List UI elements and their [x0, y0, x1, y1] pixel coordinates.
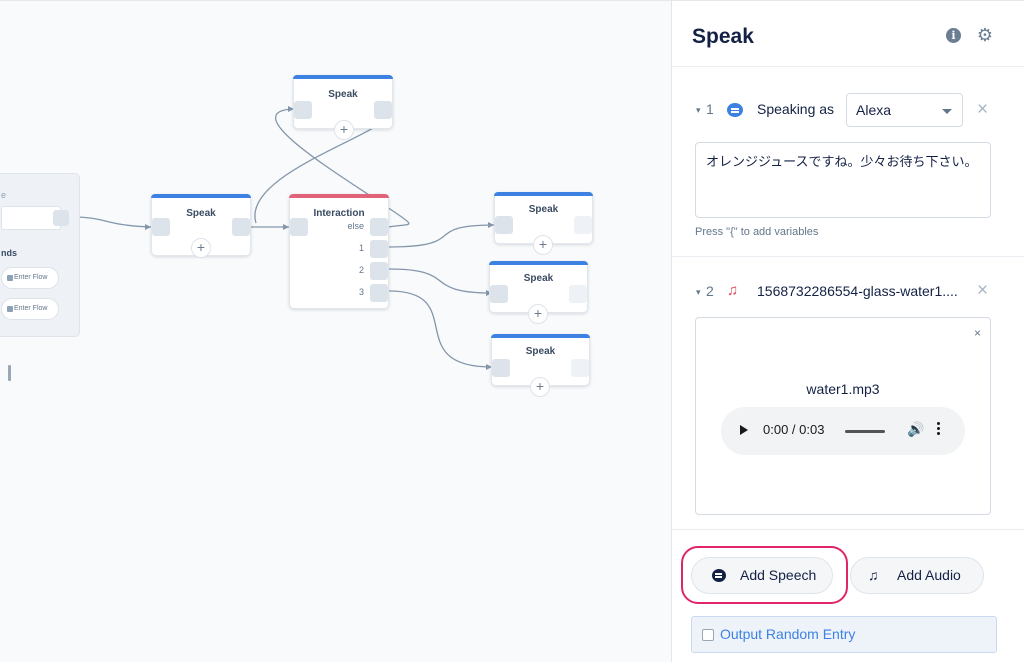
flow-block-header: e	[1, 190, 7, 200]
port-label-1: 1	[358, 243, 364, 253]
flow-block[interactable]: e nds Enter Flow Enter Flow	[0, 173, 80, 337]
divider	[672, 256, 1024, 257]
add-step-button[interactable]: +	[191, 238, 211, 258]
node-color-bar	[489, 261, 588, 265]
add-audio-label: Add Audio	[897, 567, 961, 583]
output-port-1[interactable]	[370, 240, 388, 258]
audio-time: 0:00 / 0:03	[763, 422, 825, 437]
node-title: Speak	[328, 89, 358, 100]
speech-text-input[interactable]: オレンジジュースですね。少々お待ち下さい。	[695, 142, 991, 218]
node-title: Speak	[528, 204, 559, 215]
wire-port1	[388, 224, 495, 248]
flow-icon	[7, 275, 13, 281]
random-entry-checkbox[interactable]	[702, 629, 714, 641]
audio-name: water1.mp3	[806, 381, 880, 397]
add-speech-label: Add Speech	[740, 567, 817, 583]
info-icon[interactable]: i	[946, 28, 961, 43]
divider	[672, 529, 1024, 530]
speak-node[interactable]: Speak +	[494, 192, 593, 255]
output-port[interactable]	[574, 216, 592, 234]
item-number: 2	[706, 283, 714, 299]
random-entry-option[interactable]: Output Random Entry	[691, 616, 997, 653]
chevron-down-icon	[942, 109, 952, 114]
node-title: Speak	[525, 346, 556, 357]
random-entry-label: Output Random Entry	[720, 626, 856, 642]
add-step-button[interactable]: +	[528, 304, 548, 324]
add-step-button[interactable]: +	[334, 120, 354, 140]
speaking-as-label: Speaking as	[757, 101, 835, 117]
voice-select-value: Alexa	[856, 102, 892, 118]
audio-preview: × water1.mp3 0:00 / 0:03 🔊	[695, 317, 991, 515]
play-icon[interactable]	[740, 425, 748, 435]
audio-player[interactable]: 0:00 / 0:03 🔊	[721, 407, 965, 455]
music-note-icon: ♫	[868, 567, 879, 583]
input-port[interactable]	[152, 218, 170, 236]
panel-header: Speak i ⚙	[672, 1, 1024, 67]
wire-flow-to-speak	[69, 216, 152, 228]
output-port[interactable]	[374, 101, 392, 119]
add-audio-button[interactable]: ♫ Add Audio	[850, 557, 984, 594]
enter-flow-button[interactable]: Enter Flow	[1, 267, 59, 289]
input-port[interactable]	[294, 101, 312, 119]
port-label-else: else	[347, 221, 364, 231]
close-icon[interactable]: ×	[977, 100, 988, 119]
add-speech-button[interactable]: Add Speech	[691, 557, 833, 594]
wire-port3	[388, 290, 493, 368]
speak-node[interactable]: Speak +	[293, 75, 393, 140]
close-icon[interactable]: ×	[977, 281, 988, 300]
speak-node[interactable]: Speak +	[491, 334, 590, 397]
port-label-2: 2	[358, 265, 364, 275]
input-port[interactable]	[495, 216, 513, 234]
node-color-bar	[289, 194, 389, 198]
flow-block-output-port[interactable]	[53, 210, 69, 226]
flow-block-input[interactable]	[1, 206, 61, 230]
add-step-button[interactable]: +	[533, 235, 553, 255]
voice-select[interactable]: Alexa	[846, 93, 963, 127]
node-color-bar	[494, 192, 593, 196]
editor-panel: Speak i ⚙ ▾ 1 Speaking as Alexa × オレンジジュ…	[671, 0, 1024, 662]
audio-progress-slider[interactable]	[845, 430, 885, 433]
panel-title: Speak	[692, 25, 754, 48]
collapse-caret-icon[interactable]: ▾	[696, 287, 701, 298]
flow-canvas[interactable]: e nds Enter Flow Enter Flow Speak + Spea…	[0, 0, 671, 662]
item-number: 1	[706, 101, 714, 117]
enter-flow-button[interactable]: Enter Flow	[1, 298, 59, 320]
output-port-3[interactable]	[370, 284, 388, 302]
variables-hint: Press "{" to add variables	[695, 226, 819, 238]
flow-icon	[7, 306, 13, 312]
output-port[interactable]	[569, 285, 587, 303]
speech-bubble-icon	[712, 569, 726, 582]
canvas-scroll-handle[interactable]	[8, 365, 11, 381]
interaction-node[interactable]: Interaction else 1 2 3	[289, 194, 389, 309]
output-port-else[interactable]	[370, 218, 388, 236]
speak-node[interactable]: Speak +	[489, 261, 588, 324]
wire-port2	[388, 268, 493, 294]
music-note-icon: ♫	[727, 282, 739, 299]
remove-audio-icon[interactable]: ×	[974, 326, 981, 340]
node-color-bar	[293, 75, 393, 79]
flow-block-section-label: nds	[1, 248, 18, 258]
input-port[interactable]	[290, 218, 308, 236]
input-port[interactable]	[492, 359, 510, 377]
collapse-caret-icon[interactable]: ▾	[696, 105, 701, 116]
audio-filename: 1568732286554-glass-water1....	[757, 283, 958, 299]
add-step-button[interactable]: +	[530, 377, 550, 397]
speech-bubble-icon	[727, 103, 743, 117]
more-options-icon[interactable]	[937, 422, 941, 437]
node-title: Speak	[523, 273, 554, 284]
output-port-2[interactable]	[370, 262, 388, 280]
input-port[interactable]	[490, 285, 508, 303]
gear-icon[interactable]: ⚙	[977, 25, 993, 45]
speak-node[interactable]: Speak +	[151, 194, 251, 258]
node-color-bar	[151, 194, 251, 198]
node-color-bar	[491, 334, 590, 338]
port-label-3: 3	[358, 287, 364, 297]
output-port[interactable]	[232, 218, 250, 236]
output-port[interactable]	[571, 359, 589, 377]
volume-icon[interactable]: 🔊	[907, 421, 924, 438]
